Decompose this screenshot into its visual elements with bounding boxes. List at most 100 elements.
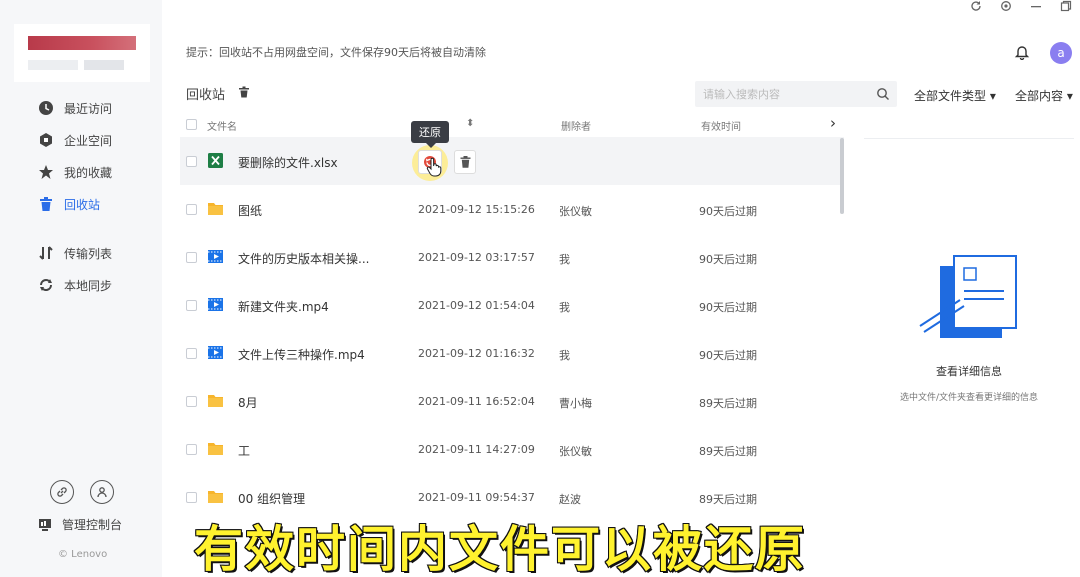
row-checkbox[interactable]	[186, 396, 197, 407]
chevron-down-icon: ▾	[989, 89, 996, 103]
search-input[interactable]	[695, 81, 897, 107]
sidebar-item-transfer[interactable]: 传输列表	[0, 237, 162, 269]
row-checkbox[interactable]	[186, 156, 197, 167]
search-icon[interactable]	[876, 87, 890, 101]
file-name[interactable]: 新建文件夹.mp4	[238, 298, 329, 315]
file-name[interactable]: 文件的历史版本相关操...	[238, 250, 369, 267]
content-filter-label: 全部内容	[1015, 89, 1064, 103]
row-checkbox[interactable]	[186, 444, 197, 455]
detail-subtitle: 选中文件/文件夹查看更详细的信息	[899, 393, 1039, 403]
file-name[interactable]: 工	[238, 442, 250, 459]
deleted-time: 2021-09-11 09:54:37	[418, 491, 535, 504]
file-name[interactable]: 00 组织管理	[238, 490, 305, 507]
row-checkbox[interactable]	[186, 492, 197, 503]
chevron-down-icon: ▾	[1066, 89, 1073, 103]
sidebar-item-label: 最近访问	[64, 101, 113, 116]
file-name[interactable]: 文件上传三种操作.mp4	[238, 346, 365, 363]
avatar[interactable]: a	[1050, 42, 1072, 64]
deleted-by: 我	[559, 253, 570, 266]
column-header-name: 文件名	[207, 122, 237, 133]
table-row[interactable]: 文件的历史版本相关操... 2021-09-12 03:17:57 我 90天后过期	[180, 233, 844, 281]
file-type-filter-label: 全部文件类型	[914, 89, 987, 103]
deleted-time: 2021-09-11 16:52:04	[418, 395, 535, 408]
window-controls	[970, 0, 1072, 14]
restore-tooltip: 还原	[411, 121, 449, 148]
video-file-icon	[207, 248, 224, 265]
sidebar-item-enterprise[interactable]: 企业空间	[0, 124, 162, 156]
clock-icon	[39, 101, 53, 115]
row-checkbox[interactable]	[186, 348, 197, 359]
table-row[interactable]: 文件上传三种操作.mp4 2021-09-12 01:16:32 我 90天后过期	[180, 329, 844, 377]
sidebar-item-label: 传输列表	[64, 246, 113, 261]
sidebar-item-favorites[interactable]: 我的收藏	[0, 156, 162, 188]
content-filter[interactable]: 全部内容 ▾	[1015, 87, 1073, 104]
link-button[interactable]	[50, 480, 74, 504]
maximize-icon[interactable]	[1060, 0, 1072, 12]
deleted-time: 2021-09-12 15:15:26	[418, 203, 535, 216]
folder-icon	[207, 200, 224, 217]
refresh-icon[interactable]	[970, 0, 982, 12]
row-checkbox[interactable]	[186, 204, 197, 215]
admin-console-link[interactable]: 管理控制台	[38, 516, 122, 533]
chevron-right-icon[interactable]: ›	[830, 114, 836, 132]
folder-icon	[207, 392, 224, 409]
expiry-time: 90天后过期	[699, 205, 757, 218]
file-name[interactable]: 8月	[238, 394, 258, 411]
folder-icon	[207, 488, 224, 505]
hand-cursor-icon	[426, 157, 442, 177]
folder-icon	[207, 440, 224, 457]
deleted-time: 2021-09-12 01:54:04	[418, 299, 535, 312]
table-row[interactable]: 工 2021-09-11 14:27:09 张仪敏 89天后过期	[180, 425, 844, 473]
enterprise-hex-icon	[40, 133, 52, 147]
deleted-by: 我	[559, 301, 570, 314]
sync-icon	[40, 279, 52, 291]
deleted-by: 张仪敏	[559, 445, 592, 458]
video-caption: 有效时间内文件可以被还原	[193, 520, 807, 577]
table-header: 文件名 ⬍ 删除者 有效时间 ›	[180, 110, 848, 138]
sort-icon[interactable]: ⬍	[466, 118, 474, 129]
breadcrumb: 回收站	[186, 88, 226, 103]
star-icon	[39, 165, 53, 179]
table-row[interactable]: 图纸 2021-09-12 15:15:26 张仪敏 90天后过期	[180, 185, 844, 233]
expiry-time: 89天后过期	[699, 493, 757, 506]
user-help-button[interactable]	[90, 480, 114, 504]
row-checkbox[interactable]	[186, 300, 197, 311]
monitor-icon	[39, 518, 51, 531]
file-name[interactable]: 要删除的文件.xlsx	[238, 154, 338, 171]
settings-icon[interactable]	[1000, 0, 1012, 12]
deleted-by: 我	[559, 349, 570, 362]
deleted-time: 2021-09-11 14:27:09	[418, 443, 535, 456]
select-all-checkbox[interactable]	[186, 119, 197, 130]
column-header-deleter: 删除者	[561, 122, 591, 133]
file-name[interactable]: 图纸	[238, 202, 262, 219]
sidebar-item-label: 回收站	[64, 197, 101, 212]
minimize-icon[interactable]	[1030, 0, 1042, 12]
table-row[interactable]: 要删除的文件.xlsx	[180, 137, 844, 185]
sidebar-item-recycle-bin[interactable]: 回收站	[0, 188, 162, 220]
link-icon	[57, 487, 67, 497]
table-row[interactable]: 8月 2021-09-11 16:52:04 曹小梅 89天后过期	[180, 377, 844, 425]
deleted-time: 2021-09-12 01:16:32	[418, 347, 535, 360]
sidebar-item-label: 本地同步	[64, 278, 113, 293]
sidebar: 最近访问 企业空间 我的收藏 回收站 传输列表 本地同步 管理控制台 © Len…	[0, 0, 162, 577]
table-row[interactable]: 新建文件夹.mp4 2021-09-12 01:54:04 我 90天后过期	[180, 281, 844, 329]
delete-forever-button[interactable]	[454, 150, 476, 174]
excel-file-icon	[207, 152, 224, 169]
column-header-expiry: 有效时间	[701, 122, 741, 133]
expiry-time: 90天后过期	[699, 349, 757, 362]
trash-icon	[40, 197, 52, 211]
scrollbar[interactable]	[840, 138, 844, 214]
logo	[14, 24, 150, 82]
deleted-by: 张仪敏	[559, 205, 592, 218]
sidebar-item-recent[interactable]: 最近访问	[0, 92, 162, 124]
file-type-filter[interactable]: 全部文件类型 ▾	[914, 87, 996, 104]
sidebar-item-sync[interactable]: 本地同步	[0, 269, 162, 301]
detail-title: 查看详细信息	[936, 365, 1002, 378]
empty-trash-icon[interactable]	[238, 86, 250, 98]
panel-divider	[864, 138, 1074, 139]
bell-icon[interactable]	[1014, 44, 1030, 60]
deleted-time: 2021-09-12 03:17:57	[418, 251, 535, 264]
video-file-icon	[207, 296, 224, 313]
row-checkbox[interactable]	[186, 252, 197, 263]
expiry-time: 90天后过期	[699, 301, 757, 314]
